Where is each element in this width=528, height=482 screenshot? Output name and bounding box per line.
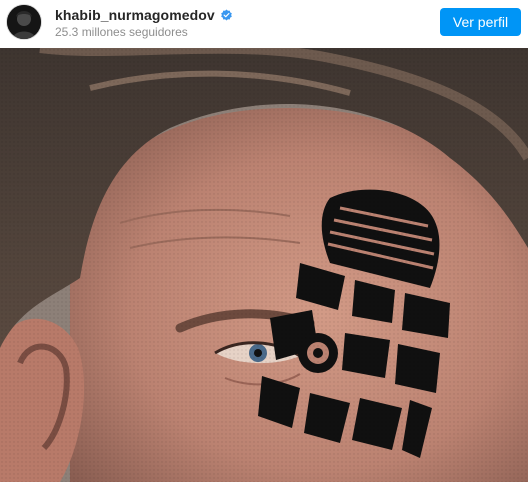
follower-count: 25.3 millones seguidores xyxy=(55,25,188,39)
post-photo[interactable] xyxy=(0,48,528,482)
view-profile-button[interactable]: Ver perfil xyxy=(440,8,521,36)
instagram-embed: khabib_nurmagomedov 25.3 millones seguid… xyxy=(0,0,528,482)
profile-avatar[interactable] xyxy=(7,5,41,39)
username[interactable]: khabib_nurmagomedov xyxy=(55,7,215,23)
verified-badge-icon xyxy=(221,9,232,20)
post-header: khabib_nurmagomedov 25.3 millones seguid… xyxy=(0,0,528,48)
avatar-icon xyxy=(7,5,41,39)
username-row: khabib_nurmagomedov xyxy=(55,6,233,24)
post-photo-icon xyxy=(0,48,528,482)
